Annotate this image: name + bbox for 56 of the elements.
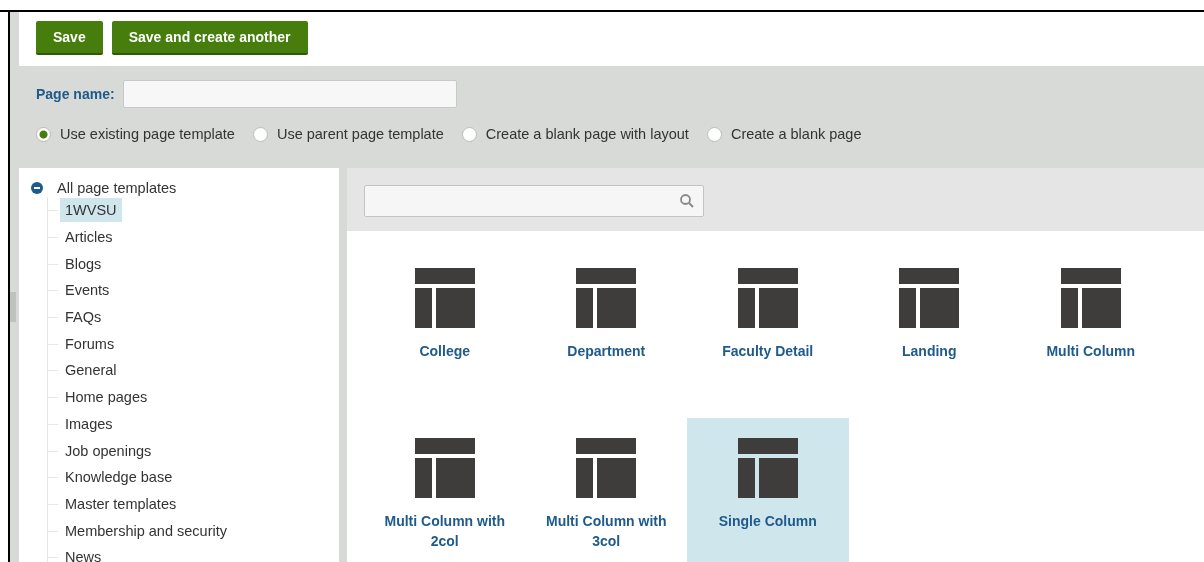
layout-icon [737,438,798,499]
layout-icon [414,268,475,329]
template-name: Department [566,342,647,362]
page-name-field[interactable] [122,80,457,108]
save-button[interactable]: Save [36,21,103,55]
tree-item[interactable]: FAQs [60,305,107,330]
template-tile[interactable]: Landing [848,248,1010,419]
layout-icon [414,438,475,499]
search-field[interactable] [364,185,704,217]
template-name: Faculty Detail [721,342,815,362]
tree-item[interactable]: All page templates [57,180,177,196]
tree-item[interactable]: Home pages [60,385,153,410]
template-tile[interactable]: Multi Column with 3col [525,418,687,562]
splitter-bar[interactable] [339,168,347,562]
template-tile[interactable]: Single Column [687,418,849,562]
tree-item[interactable]: Articles [60,225,118,250]
tree-item[interactable]: General [60,358,122,383]
tree-item[interactable]: Job openings [60,438,157,463]
template-tile[interactable]: Department [525,248,687,419]
layout-icon [576,268,637,329]
tree-item[interactable]: Forums [60,331,120,356]
search-icon[interactable] [679,193,695,209]
template-tile[interactable]: Faculty Detail [687,248,849,419]
tree-item[interactable]: Master templates [60,491,182,516]
template-name: Multi Column [1045,342,1137,362]
tree-item[interactable]: Events [60,278,115,303]
radio-button[interactable] [461,126,477,142]
template-name: Multi Column with 2col [383,512,506,552]
radio-label[interactable]: Use existing page template [60,126,235,142]
radio-label[interactable]: Create a blank page [730,126,862,142]
layout-icon [576,438,637,499]
radio-button[interactable] [36,126,51,142]
radio-label[interactable]: Create a blank page with layout [485,126,689,142]
collapse-handle[interactable] [10,292,16,322]
radio-button[interactable] [706,126,722,142]
layout-icon [899,268,960,329]
template-tile[interactable]: Multi Column [1010,248,1172,419]
template-tile[interactable]: Multi Column with 2col [364,418,526,562]
template-tile[interactable]: College [364,248,526,419]
save-button[interactable]: Save and create another [111,21,308,55]
tree-item[interactable]: News [60,545,107,562]
template-name: Single Column [717,512,818,532]
layout-icon [737,268,798,329]
template-name: Multi Column with 3col [545,512,668,552]
radio-label[interactable]: Use parent page template [276,126,444,142]
layout-icon [1060,268,1121,329]
tree-item[interactable]: 1WVSU [60,198,122,223]
template-name: College [418,342,472,362]
tree-item[interactable]: Blogs [60,251,107,276]
tree-item[interactable]: Images [60,411,118,436]
template-name: Landing [901,342,958,362]
tree-item[interactable]: Membership and security [60,518,232,543]
tree-item[interactable]: Knowledge base [60,465,178,490]
page-name-label: Page name: [36,86,115,102]
radio-button[interactable] [252,126,268,142]
collapse-icon[interactable] [31,182,43,194]
